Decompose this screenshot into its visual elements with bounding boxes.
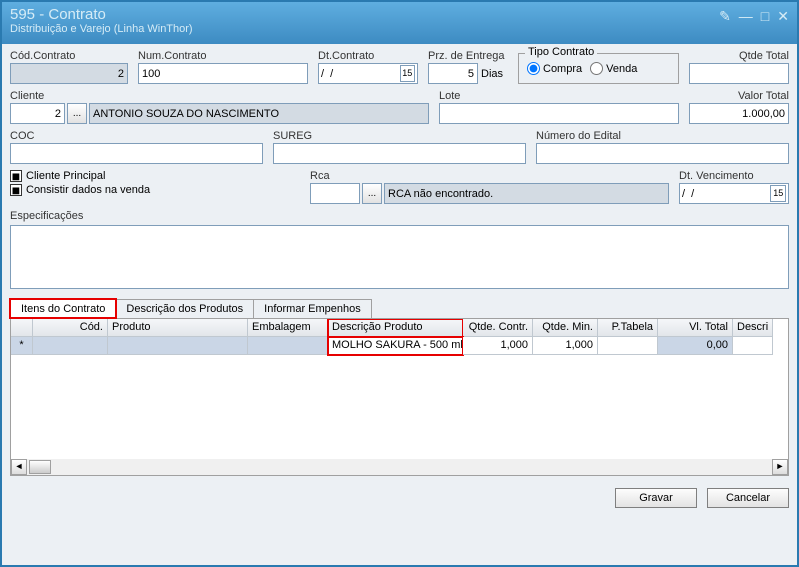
cliente-id-input[interactable]	[10, 103, 65, 124]
lote-input[interactable]	[439, 103, 679, 124]
cod-contrato-input[interactable]	[10, 63, 128, 84]
label-num-contrato: Num.Contrato	[138, 50, 308, 62]
horizontal-scrollbar[interactable]: ◄ ►	[11, 459, 788, 475]
col-descricao[interactable]: Descrição Produto	[328, 319, 463, 337]
chk-cliente-principal[interactable]: ■ Cliente Principal	[10, 170, 300, 182]
tab-itens-contrato[interactable]: Itens do Contrato	[10, 299, 116, 318]
col-qtde-min[interactable]: Qtde. Min.	[533, 319, 598, 337]
cancelar-button[interactable]: Cancelar	[707, 488, 789, 508]
scroll-left-icon[interactable]: ◄	[11, 459, 27, 475]
dias-label: Dias	[481, 68, 503, 80]
row-marker: *	[11, 337, 33, 355]
prz-entrega-input[interactable]	[428, 63, 478, 84]
checkbox-icon[interactable]: ■	[10, 170, 22, 182]
dt-venc-input[interactable]	[682, 185, 770, 202]
radio-venda[interactable]: Venda	[590, 62, 637, 75]
num-contrato-input[interactable]	[138, 63, 308, 84]
label-rca: Rca	[310, 170, 669, 182]
sureg-input[interactable]	[273, 143, 526, 164]
label-cliente: Cliente	[10, 90, 429, 102]
label-valor-total: Valor Total	[689, 90, 789, 102]
cell-qtde-min[interactable]: 1,000	[533, 337, 598, 355]
window-title: 595 - Contrato	[10, 6, 789, 23]
valor-total-input[interactable]	[689, 103, 789, 124]
especificacoes-textarea[interactable]	[10, 225, 789, 289]
col-cod[interactable]: Cód.	[33, 319, 108, 337]
grid-header: Cód. Produto Embalagem Descrição Produto…	[11, 319, 788, 337]
col-qtde-contr[interactable]: Qtde. Contr.	[463, 319, 533, 337]
calendar-icon[interactable]: 15	[400, 65, 415, 82]
cell-qtde-contr[interactable]: 1,000	[463, 337, 533, 355]
col-descri[interactable]: Descri	[733, 319, 773, 337]
radio-venda-input[interactable]	[590, 62, 603, 75]
label-num-edital: Número do Edital	[536, 130, 789, 142]
label-prz-entrega: Prz. de Entrega	[428, 50, 508, 62]
label-coc: COC	[10, 130, 263, 142]
col-produto[interactable]: Produto	[108, 319, 248, 337]
rca-input[interactable]	[310, 183, 360, 204]
qtde-total-input[interactable]	[689, 63, 789, 84]
dt-contrato-field[interactable]: 15	[318, 63, 418, 84]
label-dt-contrato: Dt.Contrato	[318, 50, 418, 62]
cell-embalagem[interactable]	[248, 337, 328, 355]
num-edital-input[interactable]	[536, 143, 789, 164]
tab-descricao-produtos[interactable]: Descrição dos Produtos	[115, 299, 254, 318]
cell-descricao[interactable]: MOLHO SAKURA - 500 ml	[328, 337, 463, 355]
radio-compra[interactable]: Compra	[527, 62, 582, 75]
label-dt-venc: Dt. Vencimento	[679, 170, 789, 182]
window-subtitle: Distribuição e Varejo (Linha WinThor)	[10, 23, 789, 35]
scroll-right-icon[interactable]: ►	[772, 459, 788, 475]
chk-consistir-dados[interactable]: ■ Consistir dados na venda	[10, 184, 300, 196]
minimize-icon[interactable]: —	[739, 8, 753, 25]
legend-tipo-contrato: Tipo Contrato	[525, 46, 597, 58]
maximize-icon[interactable]: □	[761, 8, 769, 25]
grid-itens: Cód. Produto Embalagem Descrição Produto…	[10, 318, 789, 476]
col-vl-total[interactable]: Vl. Total	[658, 319, 733, 337]
label-lote: Lote	[439, 90, 679, 102]
coc-input[interactable]	[10, 143, 263, 164]
col-marker	[11, 319, 33, 337]
label-sureg: SUREG	[273, 130, 526, 142]
label-especificacoes: Especificações	[10, 210, 789, 222]
checkbox-icon[interactable]: ■	[10, 184, 22, 196]
dt-contrato-input[interactable]	[321, 65, 400, 82]
cliente-lookup-button[interactable]: ...	[67, 103, 87, 124]
cell-cod[interactable]	[33, 337, 108, 355]
cell-produto[interactable]	[108, 337, 248, 355]
content-area: Cód.Contrato Num.Contrato Dt.Contrato 15…	[2, 44, 797, 565]
cell-vl-total[interactable]: 0,00	[658, 337, 733, 355]
edit-icon[interactable]: ✎	[719, 8, 731, 25]
scroll-thumb[interactable]	[29, 460, 51, 474]
cliente-nome-input	[89, 103, 429, 124]
col-p-tabela[interactable]: P.Tabela	[598, 319, 658, 337]
label-qtde-total: Qtde Total	[689, 50, 789, 62]
calendar-icon[interactable]: 15	[770, 185, 786, 202]
tab-informar-empenhos[interactable]: Informar Empenhos	[253, 299, 372, 318]
col-embalagem[interactable]: Embalagem	[248, 319, 328, 337]
dt-venc-field[interactable]: 15	[679, 183, 789, 204]
table-row[interactable]: * MOLHO SAKURA - 500 ml 1,000 1,000 0,00	[11, 337, 788, 355]
rca-lookup-button[interactable]: ...	[362, 183, 382, 204]
radio-compra-input[interactable]	[527, 62, 540, 75]
cell-p-tabela[interactable]	[598, 337, 658, 355]
title-bar: 595 - Contrato Distribuição e Varejo (Li…	[2, 2, 797, 44]
label-cod-contrato: Cód.Contrato	[10, 50, 128, 62]
gravar-button[interactable]: Gravar	[615, 488, 697, 508]
close-icon[interactable]: ✕	[777, 8, 789, 25]
rca-msg-input	[384, 183, 669, 204]
cell-descri[interactable]	[733, 337, 773, 355]
